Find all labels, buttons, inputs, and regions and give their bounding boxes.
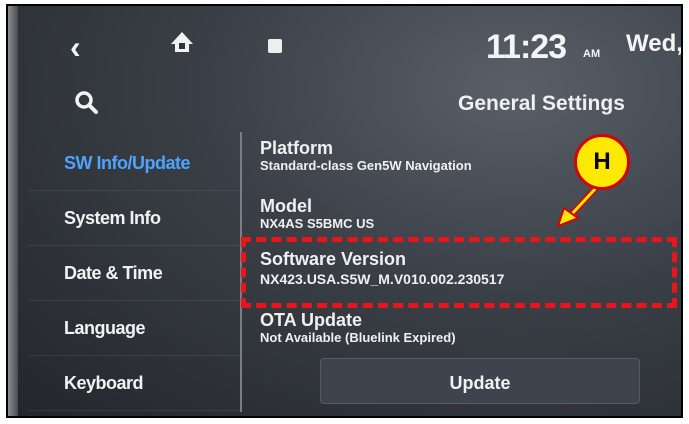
date: Wed, 8 xyxy=(626,30,681,57)
ampm: AM xyxy=(583,48,601,60)
sidebar-item-sw-info-update[interactable]: SW Info/Update xyxy=(28,136,240,191)
model-label: Model xyxy=(260,196,312,216)
ota-update-value: Not Available (Bluelink Expired) xyxy=(260,330,456,345)
highlight-box xyxy=(241,237,677,308)
page-title: General Settings xyxy=(458,92,625,115)
clock: 11:23 xyxy=(486,28,567,66)
model-value: NX4AS S5BMC US xyxy=(260,216,375,231)
sidebar-item-date-time[interactable]: Date & Time xyxy=(28,246,240,301)
sidebar-item-language[interactable]: Language xyxy=(28,301,240,356)
ota-update-row: OTA Update Not Available (Bluelink Expir… xyxy=(260,310,680,346)
update-button[interactable]: Update xyxy=(320,358,640,404)
media-icon[interactable] xyxy=(268,39,282,53)
sidebar-item-keyboard[interactable]: Keyboard xyxy=(28,356,240,411)
home-icon[interactable] xyxy=(168,28,196,56)
sidebar: SW Info/Update System Info Date & Time L… xyxy=(28,136,240,411)
sidebar-item-system-info[interactable]: System Info xyxy=(28,191,240,246)
search-icon[interactable] xyxy=(74,90,98,114)
ota-update-label: OTA Update xyxy=(260,310,362,330)
arrow-icon xyxy=(556,185,599,228)
back-icon[interactable]: ‹ xyxy=(70,31,81,63)
callout-badge: H xyxy=(574,134,630,190)
model-row: Model NX4AS S5BMC US xyxy=(260,196,680,232)
screen-photo: ‹ 11:23 AM Wed, 8 General Settings SW In… xyxy=(6,4,683,418)
status-bar: ‹ 11:23 AM Wed, 8 xyxy=(18,6,681,76)
